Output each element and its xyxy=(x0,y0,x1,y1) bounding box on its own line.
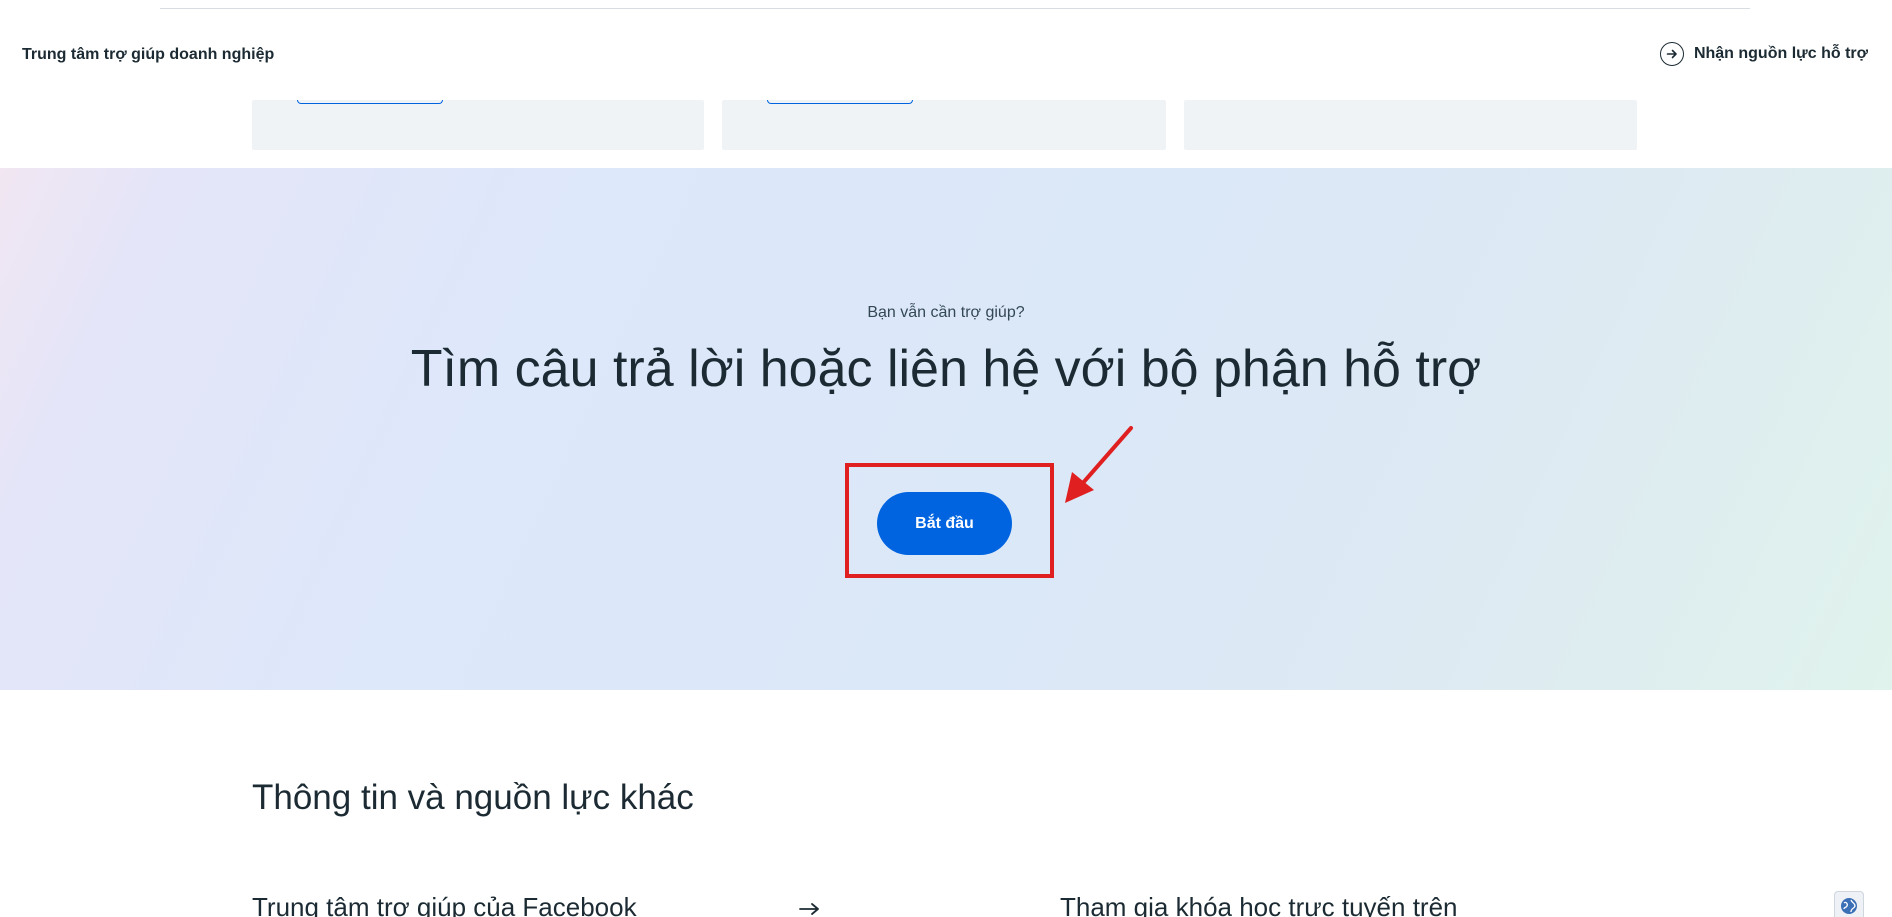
resource-item-facebook-help[interactable]: Trung tâm trợ giúp của Facebook xyxy=(252,892,637,917)
globe-icon[interactable] xyxy=(1834,891,1864,917)
cards-row xyxy=(0,100,1892,168)
section-title: Thông tin và nguồn lực khác xyxy=(252,778,694,817)
header: Trung tâm trợ giúp doanh nghiệp Nhận ngu… xyxy=(0,10,1892,100)
card xyxy=(252,100,704,150)
get-support-resources-link[interactable]: Nhận nguồn lực hỗ trợ xyxy=(1659,42,1868,66)
get-support-resources-label: Nhận nguồn lực hỗ trợ xyxy=(1693,45,1868,62)
arrow-right-icon[interactable] xyxy=(798,902,822,916)
top-divider xyxy=(160,8,1750,9)
hero-title: Tìm câu trả lời hoặc liên hệ với bộ phận… xyxy=(410,340,1482,398)
card xyxy=(722,100,1166,150)
contact-support-banner: Bạn vẫn cần trợ giúp? Tìm câu trả lời ho… xyxy=(0,168,1892,690)
annotation-highlight-box xyxy=(845,463,1054,578)
card-button[interactable] xyxy=(767,100,913,104)
top-strip xyxy=(0,0,1892,10)
annotation-arrow xyxy=(1065,426,1133,503)
card-button[interactable] xyxy=(297,100,443,104)
brand-link[interactable]: Trung tâm trợ giúp doanh nghiệp xyxy=(22,46,274,64)
eyebrow-text: Bạn vẫn cần trợ giúp? xyxy=(867,304,1025,321)
resource-item-online-course[interactable]: Tham gia khóa học trực tuyến trên xyxy=(1060,892,1458,917)
circle-arrow-icon xyxy=(1659,42,1684,66)
card xyxy=(1184,100,1637,150)
page: Trung tâm trợ giúp doanh nghiệp Nhận ngu… xyxy=(0,0,1892,917)
